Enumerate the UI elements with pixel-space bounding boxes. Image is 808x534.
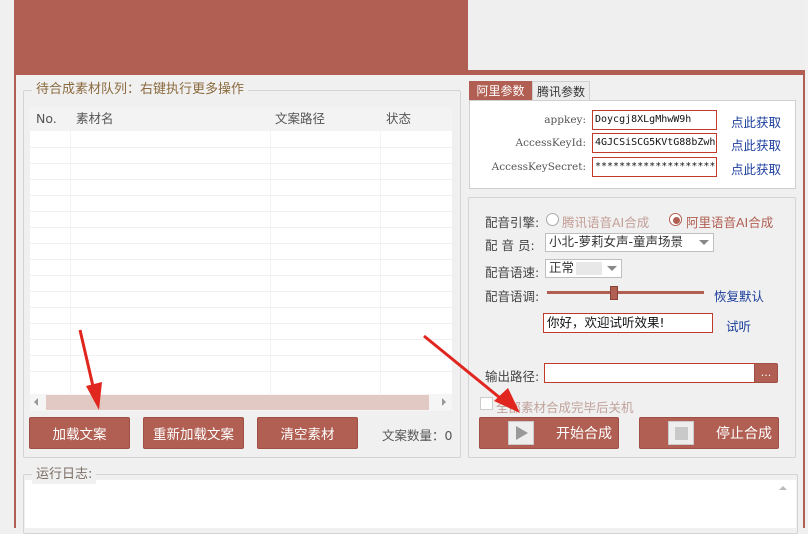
arrow-to-start-button-icon bbox=[423, 334, 520, 413]
annotation-arrows bbox=[78, 329, 520, 413]
arrow-to-load-button-icon bbox=[78, 329, 102, 410]
